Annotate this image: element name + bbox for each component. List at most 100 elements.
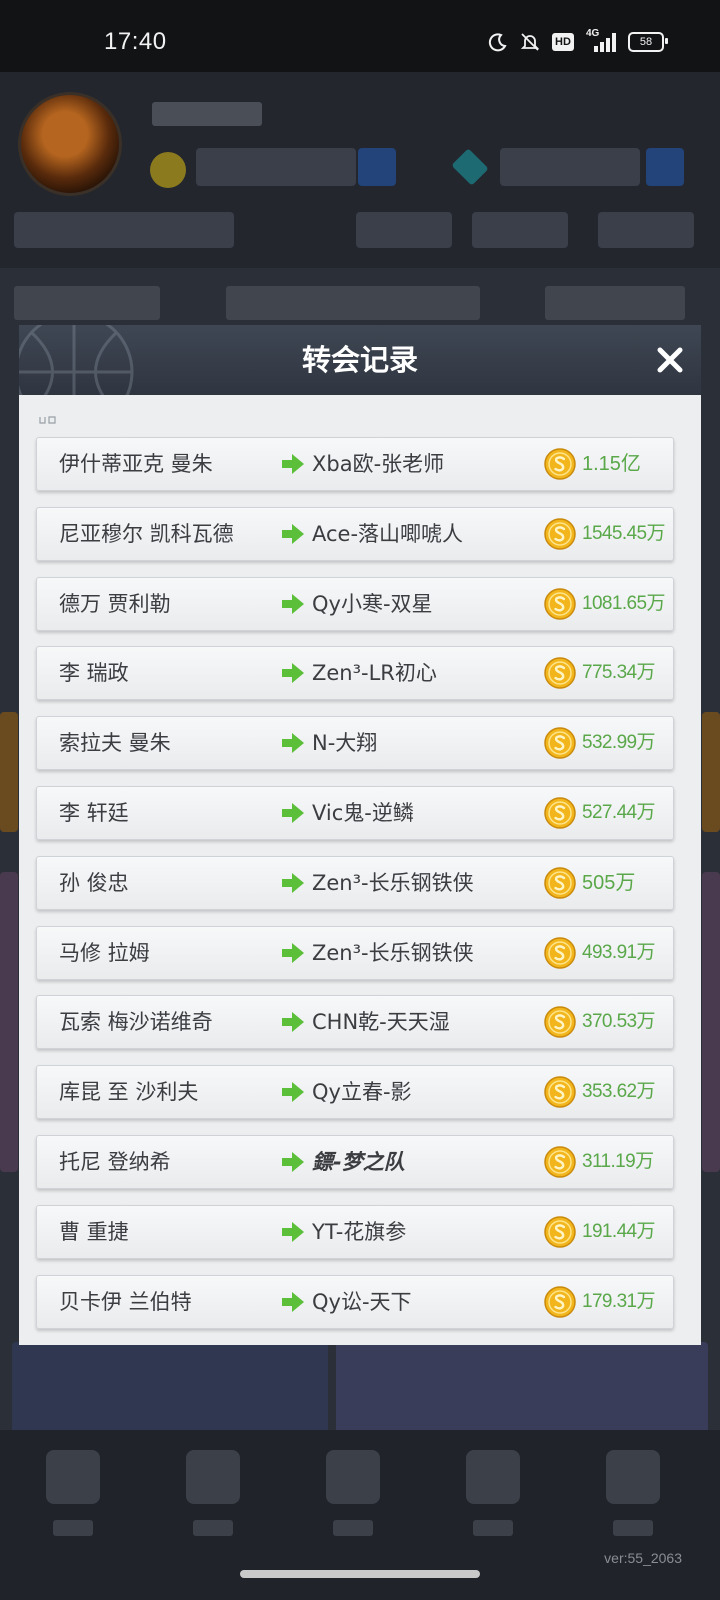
coin-icon [544, 1006, 576, 1038]
arrow-right-icon [282, 454, 304, 474]
club-name: 鏢-梦之队 [312, 1150, 405, 1174]
arrow-right-icon [282, 873, 304, 893]
coin-icon [544, 518, 576, 550]
coin-icon [544, 727, 576, 759]
arrow-right-icon [282, 594, 304, 614]
arrow-right-icon [282, 943, 304, 963]
arrow-right-icon [282, 1292, 304, 1312]
bg-coin-field [196, 148, 356, 186]
transfer-row: 德万 贾利勒 Qy小寒-双星 1081.65万 [36, 577, 674, 631]
transfer-fee: 370.53万 [582, 1011, 656, 1032]
bg-add-gem-button [646, 148, 684, 186]
bg-tab-label [333, 1520, 373, 1536]
arrow-right-icon [282, 1012, 304, 1032]
transfer-row: 托尼 登纳希 鏢-梦之队 311.19万 [36, 1135, 674, 1189]
bg-gem-icon [451, 148, 489, 186]
transfer-fee: 532.99万 [582, 732, 656, 753]
player-name: 尼亚穆尔 凯科瓦德 [59, 522, 234, 546]
coin-icon [544, 588, 576, 620]
club-name: Zen³-LR初心 [312, 661, 437, 685]
arrow-right-icon [282, 1082, 304, 1102]
transfer-fee: 493.91万 [582, 942, 656, 963]
arrow-right-icon [282, 663, 304, 683]
bg-card [0, 872, 18, 1172]
transfer-fee: 353.62万 [582, 1081, 656, 1102]
coin-icon [544, 1076, 576, 1108]
modal-title: 转会记录 [301, 343, 418, 377]
coin-icon [544, 1216, 576, 1248]
club-name: Zen³-长乐钢铁侠 [312, 941, 474, 965]
list-marker-icon [39, 416, 56, 424]
transfer-fee: 505万 [582, 872, 636, 894]
club-name: YT-花旗参 [312, 1220, 407, 1244]
transfer-row: 马修 拉姆 Zen³-长乐钢铁侠 493.91万 [36, 926, 674, 980]
transfer-row: 贝卡伊 兰伯特 Qy讼-天下 179.31万 [36, 1275, 674, 1329]
transfer-row: 李 瑞政 Zen³-LR初心 775.34万 [36, 646, 674, 700]
transfer-fee: 191.44万 [582, 1221, 656, 1242]
bg-card [0, 712, 18, 832]
modal-header: 转会记录 [19, 325, 701, 432]
player-name: 马修 拉姆 [59, 941, 150, 965]
club-name: Qy立春-影 [312, 1080, 412, 1104]
bg-tab-label [53, 1520, 93, 1536]
close-icon[interactable] [649, 339, 691, 381]
bg-coin-icon [150, 152, 186, 188]
bg-add-coin-button [358, 148, 396, 186]
club-name: N-大翔 [312, 731, 378, 755]
bg-friends-link [356, 212, 452, 248]
club-name: Xba欧-张老师 [312, 452, 445, 476]
transfer-fee: 311.19万 [582, 1151, 654, 1172]
transfer-row: 库昆 至 沙利夫 Qy立春-影 353.62万 [36, 1065, 674, 1119]
bg-tab-label [193, 1520, 233, 1536]
player-name: 索拉夫 曼朱 [59, 731, 171, 755]
bg-tab-icon [46, 1450, 100, 1504]
status-time: 17:40 [104, 28, 167, 55]
club-name: Qy讼-天下 [312, 1290, 412, 1314]
transfer-record-modal: 转会记录 伊什蒂亚克 曼朱 Xba欧-张老师 1.15亿尼亚穆尔 凯科瓦德 Ace-落… [19, 325, 701, 1345]
player-name: 伊什蒂亚克 曼朱 [59, 452, 213, 476]
transfer-row: 瓦索 梅沙诺维奇 CHN乾-天天湿 370.53万 [36, 995, 674, 1049]
hd-icon: HD [552, 33, 574, 51]
bg-card [702, 712, 720, 832]
version-label: ver:55_2063 [604, 1550, 682, 1566]
club-name: Ace-落山唧唬人 [312, 522, 464, 546]
coin-icon [544, 657, 576, 689]
bg-header [0, 72, 720, 268]
bg-gem-field [500, 148, 640, 186]
transfer-list[interactable]: 伊什蒂亚克 曼朱 Xba欧-张老师 1.15亿尼亚穆尔 凯科瓦德 Ace-落山唧唬人 1… [19, 395, 701, 1345]
transfer-fee: 1.15亿 [582, 453, 641, 475]
coin-icon [544, 448, 576, 480]
status-icons: HD 4G 58 [488, 28, 668, 52]
player-name: 曹 重捷 [59, 1220, 129, 1244]
player-name: 德万 贾利勒 [59, 592, 171, 616]
home-indicator[interactable] [240, 1570, 480, 1578]
transfer-row: 曹 重捷 YT-花旗参 191.44万 [36, 1205, 674, 1259]
transfer-row: 索拉夫 曼朱 N-大翔 532.99万 [36, 716, 674, 770]
player-name: 李 轩廷 [59, 801, 129, 825]
transfer-fee: 527.44万 [582, 802, 656, 823]
bg-card [702, 872, 720, 1172]
bg-settings-link [598, 212, 694, 248]
arrow-right-icon [282, 1152, 304, 1172]
transfer-row: 孙 俊忠 Zen³-长乐钢铁侠 505万 [36, 856, 674, 910]
player-name: 库昆 至 沙利夫 [59, 1080, 199, 1104]
bell-off-icon [520, 32, 540, 52]
player-name: 孙 俊忠 [59, 871, 129, 895]
transfer-fee: 179.31万 [582, 1291, 656, 1312]
player-name: 托尼 登纳希 [59, 1150, 171, 1174]
coin-icon [544, 937, 576, 969]
coin-icon [544, 867, 576, 899]
bg-tab-icon [606, 1450, 660, 1504]
coin-icon [544, 1286, 576, 1318]
transfer-fee: 1545.45万 [582, 523, 665, 544]
coin-icon [544, 797, 576, 829]
coin-icon [544, 1146, 576, 1178]
bg-tab-icon [326, 1450, 380, 1504]
bg-tab-icon [186, 1450, 240, 1504]
moon-icon [488, 32, 508, 52]
player-name: 李 瑞政 [59, 661, 129, 685]
bg-tab-label [613, 1520, 653, 1536]
signal-4g-icon: 4G [586, 28, 616, 52]
bg-tag [226, 286, 480, 320]
transfer-row: 尼亚穆尔 凯科瓦德 Ace-落山唧唬人 1545.45万 [36, 507, 674, 561]
